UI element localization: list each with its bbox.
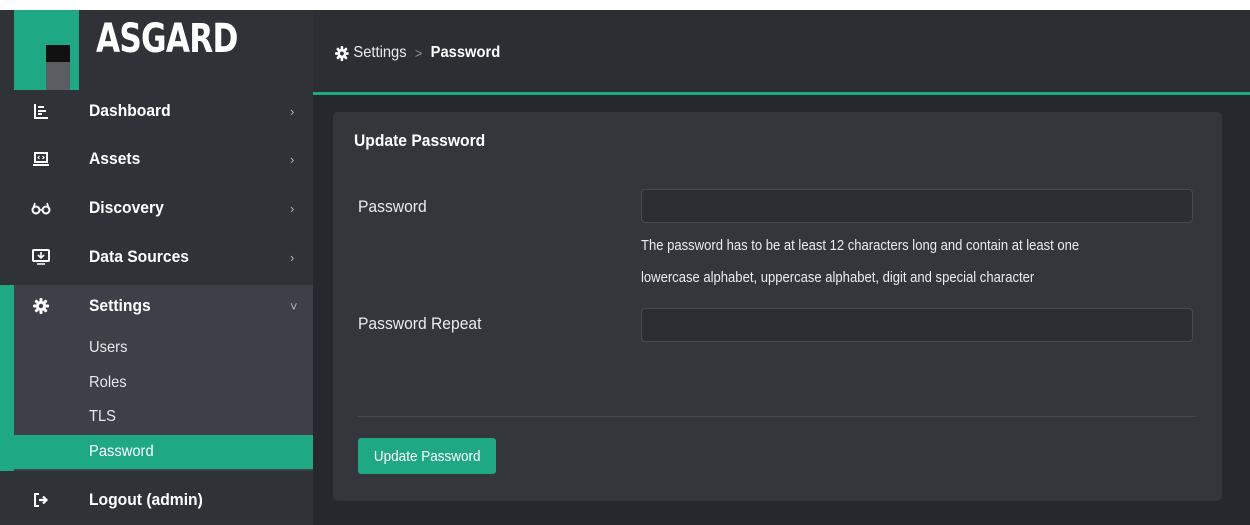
update-password-card: Update Password Password The password ha… (333, 112, 1222, 501)
sidebar-item-label: Discovery (89, 198, 164, 217)
sidebar-item-label: Dashboard (89, 101, 171, 120)
sidebar-subitem-label: TLS (89, 408, 116, 425)
sign-out-icon (30, 489, 52, 511)
sidebar-item-settings[interactable]: Settings ˅ (14, 282, 313, 330)
brand-name: ASGARD (96, 16, 238, 62)
desktop-download-icon (30, 246, 52, 268)
sidebar-item-dashboard[interactable]: Dashboard › (14, 87, 313, 135)
glasses-icon (30, 197, 52, 219)
sidebar-item-label: Assets (89, 149, 141, 168)
password-repeat-label: Password Repeat (358, 314, 482, 333)
chevron-right-icon: › (290, 249, 295, 265)
logo-mark-top (46, 45, 70, 62)
password-help-line: lowercase alphabet, uppercase alphabet, … (641, 270, 1035, 286)
sidebar-item-label: Logout (admin) (89, 490, 203, 509)
sidebar-subitem-users[interactable]: Users (14, 331, 313, 365)
sidebar-subitem-label: Users (89, 339, 128, 356)
sidebar-item-data-sources[interactable]: Data Sources › (14, 233, 313, 281)
chevron-right-icon: › (290, 151, 295, 167)
sidebar-subitem-label: Roles (89, 374, 127, 391)
sidebar: ASGARD Dashboard › Assets › Discovery › … (0, 10, 313, 525)
password-label: Password (358, 197, 427, 216)
breadcrumb-settings[interactable]: Settings (353, 44, 406, 62)
form-divider (358, 416, 1196, 417)
sidebar-subitem-roles[interactable]: Roles (14, 366, 313, 400)
gear-icon (335, 45, 349, 61)
breadcrumb-separator: > (414, 45, 423, 61)
password-repeat-field[interactable] (641, 308, 1193, 342)
sidebar-item-label: Data Sources (89, 247, 189, 266)
sidebar-subitem-tls[interactable]: TLS (14, 400, 313, 434)
top-strip (0, 0, 1250, 10)
logo (14, 10, 79, 90)
sidebar-item-label: Settings (89, 296, 151, 315)
sidebar-subitem-password[interactable]: Password (14, 435, 313, 469)
chevron-right-icon: › (290, 200, 295, 216)
password-help-text: The password has to be at least 12 chara… (641, 230, 1181, 294)
laptop-code-icon (30, 148, 52, 170)
breadcrumb-password: Password (430, 44, 501, 61)
card-title: Update Password (354, 131, 486, 150)
sidebar-item-logout[interactable]: Logout (admin) (14, 476, 313, 524)
sidebar-subitem-label: Password (89, 443, 154, 460)
active-group-accent (0, 285, 14, 471)
sidebar-item-discovery[interactable]: Discovery › (14, 184, 313, 232)
chevron-down-icon: ˅ (290, 298, 298, 314)
chart-icon (30, 100, 52, 122)
gear-icon (30, 295, 52, 317)
update-password-button[interactable]: Update Password (358, 438, 497, 474)
header-accent-line (313, 92, 1250, 95)
password-field[interactable] (641, 189, 1193, 223)
breadcrumb: Settings > Password (335, 44, 500, 62)
brand: ASGARD (0, 10, 313, 90)
header: Settings > Password (313, 10, 1250, 92)
chevron-right-icon: › (290, 103, 295, 119)
password-help-line: The password has to be at least 12 chara… (641, 238, 1080, 254)
sidebar-item-assets[interactable]: Assets › (14, 135, 313, 183)
logo-mark-bottom (46, 62, 70, 90)
